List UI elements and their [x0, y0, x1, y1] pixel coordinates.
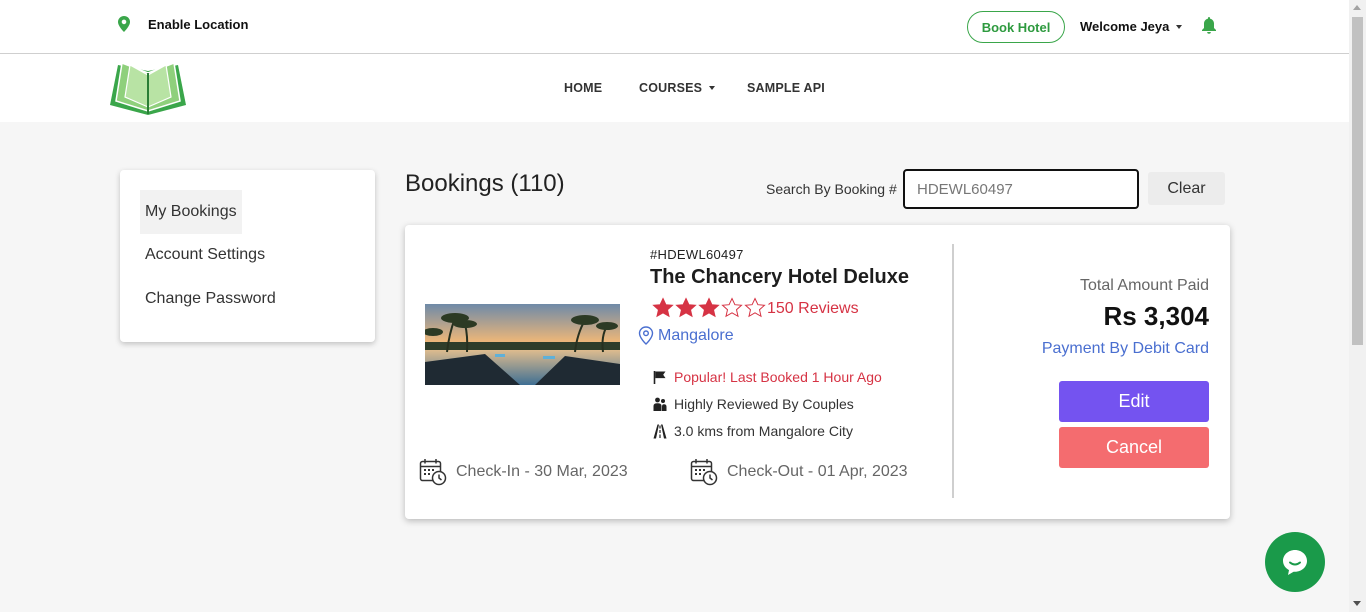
- clear-button[interactable]: Clear: [1148, 172, 1225, 205]
- nav-sample-api-label: SAMPLE API: [747, 81, 825, 95]
- enable-location-label: Enable Location: [148, 16, 249, 32]
- nav-home-label: HOME: [564, 81, 603, 95]
- caret-down-icon: [1176, 24, 1183, 29]
- sidebar-item-change-password[interactable]: Change Password: [140, 277, 281, 321]
- page-scrollbar[interactable]: [1349, 0, 1366, 612]
- star-filled-icon: [652, 297, 674, 318]
- scroll-thumb[interactable]: [1352, 17, 1363, 345]
- calendar-clock-icon: [690, 459, 718, 486]
- flag-icon: [653, 370, 666, 384]
- total-amount-value: Rs 3,304: [1103, 301, 1209, 331]
- notification-bell-icon[interactable]: [1201, 17, 1217, 34]
- feature-couples: Highly Reviewed By Couples: [653, 396, 854, 412]
- nav-courses-label: COURSES: [639, 81, 703, 95]
- scroll-down-arrow-icon[interactable]: [1353, 601, 1361, 606]
- nav-courses[interactable]: COURSES: [639, 81, 716, 95]
- feature-popular: Popular! Last Booked 1 Hour Ago: [653, 369, 882, 385]
- book-logo-icon[interactable]: [106, 59, 190, 117]
- star-filled-icon: [698, 297, 720, 318]
- feature-distance: 3.0 kms from Mangalore City: [653, 423, 853, 439]
- account-sidebar: My Bookings Account Settings Change Pass…: [120, 170, 375, 342]
- main-navbar: HOME COURSES SAMPLE API: [0, 54, 1349, 122]
- location-pin-icon: [118, 16, 130, 32]
- booking-number: #HDEWL60497: [650, 247, 744, 262]
- chat-widget-button[interactable]: [1265, 532, 1325, 592]
- nav-sample-api[interactable]: SAMPLE API: [747, 81, 825, 95]
- location-pin-outline-icon: [638, 326, 654, 345]
- payment-method: Payment By Debit Card: [1041, 340, 1209, 357]
- total-amount-label: Total Amount Paid: [1080, 277, 1209, 294]
- search-label: Search By Booking #: [766, 181, 897, 197]
- city-label: Mangalore: [658, 326, 734, 344]
- booking-search-input[interactable]: [903, 169, 1139, 209]
- booking-card: #HDEWL60497 The Chancery Hotel Deluxe 15…: [405, 225, 1230, 519]
- card-divider: [952, 244, 954, 498]
- caret-down-icon: [709, 86, 716, 90]
- nav-home[interactable]: HOME: [564, 81, 602, 95]
- star-empty-icon: [721, 297, 743, 318]
- hotel-name[interactable]: The Chancery Hotel Deluxe: [650, 266, 909, 289]
- star-rating: [652, 297, 767, 318]
- chat-bubble-icon: [1283, 550, 1307, 575]
- hotel-city[interactable]: Mangalore: [638, 326, 734, 345]
- hotel-image[interactable]: [425, 304, 620, 385]
- feature-couples-text: Highly Reviewed By Couples: [674, 396, 854, 412]
- check-in-date: Check-In - 30 Mar, 2023: [419, 458, 628, 486]
- reviews-link[interactable]: 150 Reviews: [767, 300, 859, 318]
- page-title: Bookings (110): [405, 170, 565, 197]
- top-bar: Enable Location Book Hotel Welcome Jeya: [0, 0, 1349, 54]
- calendar-clock-icon: [419, 459, 447, 486]
- road-icon: [653, 424, 667, 438]
- check-out-label: Check-Out - 01 Apr, 2023: [727, 463, 908, 480]
- check-in-label: Check-In - 30 Mar, 2023: [456, 463, 628, 480]
- feature-popular-text: Popular! Last Booked 1 Hour Ago: [674, 369, 882, 385]
- book-hotel-button[interactable]: Book Hotel: [967, 11, 1065, 43]
- edit-booking-button[interactable]: Edit: [1059, 381, 1209, 422]
- scroll-up-arrow-icon[interactable]: [1353, 5, 1361, 10]
- couple-icon: [653, 397, 667, 411]
- sidebar-item-account-settings[interactable]: Account Settings: [140, 233, 270, 277]
- enable-location-link[interactable]: Enable Location: [118, 16, 248, 32]
- star-filled-icon: [675, 297, 697, 318]
- cancel-booking-button[interactable]: Cancel: [1059, 427, 1209, 468]
- user-menu-toggle[interactable]: Welcome Jeya: [1080, 19, 1183, 34]
- welcome-label: Welcome Jeya: [1080, 19, 1170, 34]
- sidebar-item-my-bookings[interactable]: My Bookings: [140, 190, 242, 234]
- star-empty-icon: [744, 297, 766, 318]
- feature-distance-text: 3.0 kms from Mangalore City: [674, 423, 853, 439]
- check-out-date: Check-Out - 01 Apr, 2023: [690, 458, 908, 486]
